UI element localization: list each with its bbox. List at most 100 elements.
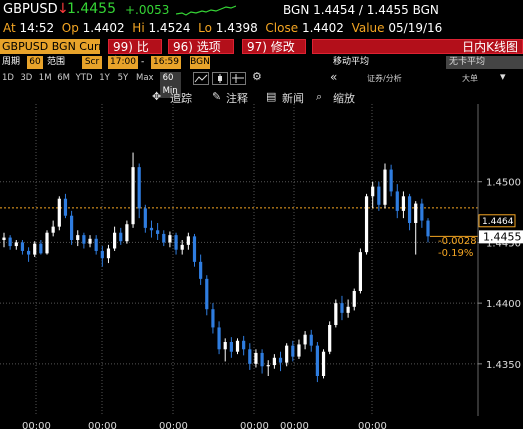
source-label: BGN <box>283 3 310 17</box>
view-title: 日内K线图 <box>312 39 523 54</box>
candle-body <box>211 309 215 328</box>
candle-body <box>407 196 412 223</box>
price-change: +.0053 <box>125 3 170 17</box>
security-analysis-button[interactable]: 证券/分析 <box>367 73 402 84</box>
candle-body <box>33 243 37 255</box>
table-icon[interactable] <box>230 72 246 85</box>
candle-body <box>69 215 74 240</box>
timeframe-1y[interactable]: 1Y <box>99 72 110 85</box>
edit-button[interactable]: 97) 修改 <box>242 39 306 54</box>
options-button[interactable]: 96) 选项 <box>168 39 234 54</box>
no-high-low-field[interactable]: 无卡平均 <box>446 56 523 69</box>
candle-body <box>125 224 129 242</box>
timeframe-1m[interactable]: 1M <box>39 72 52 85</box>
candle-body <box>285 345 289 363</box>
max-button[interactable]: 大单 <box>462 73 478 84</box>
close-value: 1.4402 <box>301 21 344 35</box>
candle-body <box>309 334 313 346</box>
timeframe-ytd[interactable]: YTD <box>76 72 93 85</box>
timeframe-5y[interactable]: 5Y <box>118 72 129 85</box>
candle-body <box>199 261 203 279</box>
period-label: 周期 <box>2 57 21 67</box>
compare-button[interactable]: 99) 比较 <box>108 39 162 69</box>
value-label: Value <box>351 21 385 35</box>
candle-body <box>162 233 166 243</box>
timeframe-6m[interactable]: 6M <box>57 72 70 85</box>
period-field[interactable]: 60 <box>27 56 43 69</box>
candle-body <box>149 227 154 231</box>
candle-body <box>39 243 43 254</box>
low-label: Lo <box>198 21 212 35</box>
candle-body <box>278 357 283 363</box>
candle-body <box>315 345 319 376</box>
candle-body <box>346 306 350 313</box>
zoom-icon[interactable]: ⌕ <box>316 90 322 104</box>
expand-icon[interactable]: ▾ <box>500 70 506 83</box>
candle-body <box>94 238 98 251</box>
news-icon[interactable]: ▤ <box>266 90 276 103</box>
range-source-field[interactable]: BGN <box>190 56 210 69</box>
candle-body <box>76 235 80 240</box>
move-icon[interactable]: ✥ <box>152 90 161 103</box>
candle-body <box>100 250 104 259</box>
range-start-field[interactable]: 17:00 <box>108 56 138 69</box>
candle-body <box>8 237 12 247</box>
at-label: At <box>3 21 16 35</box>
candle-body <box>82 235 86 244</box>
candle-body <box>291 345 295 357</box>
sparkline-chart <box>176 5 236 16</box>
candle-body <box>235 340 240 352</box>
candle-body <box>352 291 356 307</box>
collapse-icon[interactable]: « <box>330 70 337 84</box>
candle-body <box>63 198 68 216</box>
candle-body <box>340 303 344 313</box>
change-pct-label: -0.19% <box>438 248 473 259</box>
candle-body <box>2 237 6 240</box>
moving-average-label[interactable]: 移动平均 <box>333 56 369 69</box>
candle-body <box>420 203 424 221</box>
settings-icon[interactable]: ⚙ <box>252 70 262 83</box>
annotate-icon[interactable]: ✎ <box>212 90 221 103</box>
range-dash: - <box>141 57 145 67</box>
bid-ask: 1.4454 / 1.4455 <box>313 3 409 17</box>
candle-body <box>266 365 270 367</box>
x-tick-label: 00:00 <box>88 421 117 429</box>
candlestick-icon[interactable] <box>212 72 228 85</box>
candle-body <box>254 352 258 364</box>
candle-body <box>377 186 381 205</box>
x-tick-label: 00:00 <box>280 421 309 429</box>
value-date: 05/19/16 <box>388 21 443 35</box>
candle-body <box>229 342 233 352</box>
y-tick-label: 1.4400 <box>486 299 521 310</box>
last-price-label: 1.4455 <box>483 230 522 243</box>
at-time: 14:52 <box>19 21 55 35</box>
timeframe-max[interactable]: Max <box>136 72 154 85</box>
open-value: 1.4402 <box>82 21 125 35</box>
candle-body <box>156 230 160 234</box>
high-label: Hi <box>132 21 145 35</box>
marker-value-label: 1.4464 <box>482 217 514 227</box>
candle-body <box>272 357 276 366</box>
range-end-field[interactable]: 16:59 <box>151 56 181 69</box>
candle-body <box>297 344 301 357</box>
candle-body <box>174 235 178 250</box>
candle-body <box>223 342 227 350</box>
x-tick-label: 00:00 <box>358 421 387 429</box>
range-mode-field[interactable]: Scr <box>82 56 102 69</box>
candle-body <box>242 340 246 350</box>
candle-body <box>426 220 430 237</box>
security-field[interactable]: GBPUSD BGN Curncy <box>0 39 100 54</box>
line-chart-icon[interactable] <box>193 72 209 85</box>
candle-body <box>260 352 264 367</box>
candle-body <box>168 235 172 243</box>
timeframe-3d[interactable]: 3D <box>20 72 32 85</box>
timeframe-1d[interactable]: 1D <box>2 72 14 85</box>
candle-body <box>205 278 209 310</box>
bid-ask-source: BGN <box>412 3 439 17</box>
candle-body <box>321 351 326 376</box>
change-abs-label: -0.0028 <box>438 236 477 247</box>
ticker-symbol[interactable]: GBPUSD <box>3 2 58 17</box>
candle-body <box>358 252 363 291</box>
candle-body <box>180 244 184 250</box>
price-chart[interactable]: 1.45001.44501.44001.43501.44641.4455-0.0… <box>0 104 523 429</box>
